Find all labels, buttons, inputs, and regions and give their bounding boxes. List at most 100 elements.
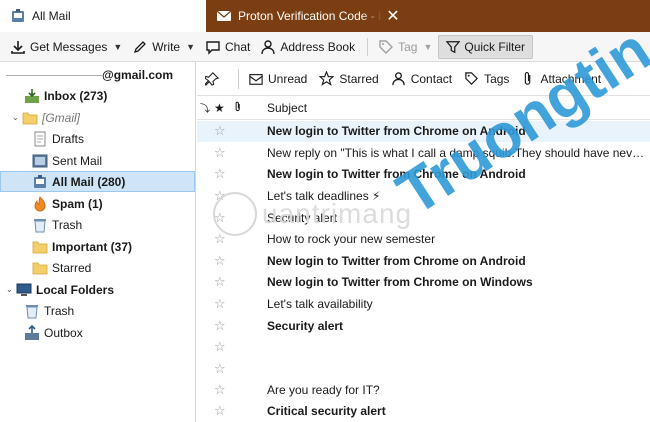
folder-icon [32,262,48,274]
pin-icon [205,71,219,86]
inbox-icon [25,88,39,103]
folder-spam[interactable]: Spam (1) [0,193,195,214]
folder-trash[interactable]: Trash [0,214,195,235]
message-subject: Critical security alert [267,404,386,419]
message-row[interactable]: ☆ Let's talk availability [197,293,650,315]
folder-outbox[interactable]: Outbox [0,322,195,343]
message-row[interactable]: ☆ New login to Twitter from Chrome on Wi… [197,272,650,294]
computer-icon [16,283,32,296]
folder-pane: @gmail.com Inbox (273) ⌄ [Gmail] Drafts … [0,62,196,422]
star-icon[interactable]: ☆ [214,123,226,139]
folder-label: Important (37) [52,239,133,254]
folder-sent-mail[interactable]: Sent Mail [0,150,195,171]
folder-label: Starred [52,260,92,275]
write-label: Write [152,39,181,54]
get-messages-dropdown-icon[interactable]: ▼ [113,42,122,52]
folder-all-mail[interactable]: All Mail (280) [0,171,195,192]
person-icon [261,39,276,54]
contact-icon [391,72,405,86]
chat-label: Chat [225,39,251,54]
trash-icon [26,304,38,318]
tag-icon [379,39,394,54]
folder-label: Inbox (273) [44,88,108,103]
folder-label: Spam (1) [52,196,103,211]
attachment-column-icon[interactable] [233,100,243,116]
star-icon[interactable]: ☆ [214,166,226,182]
tag-dropdown-icon[interactable]: ▼ [423,42,432,52]
sticky-filter-button[interactable] [205,71,224,86]
tag-button[interactable]: Tag [374,35,421,59]
message-row[interactable]: ☆ [197,337,650,359]
star-icon[interactable]: ☆ [214,253,226,269]
tags-filter-button[interactable]: Tags [464,71,509,86]
star-icon[interactable]: ☆ [214,145,226,161]
account-email: @gmail.com [102,67,174,82]
message-row[interactable]: ☆ [197,358,650,380]
watermark-small-text: uantrimang [262,198,413,229]
folder-local-trash[interactable]: Trash [0,300,195,321]
star-icon[interactable]: ☆ [214,403,226,419]
drafts-icon [34,131,46,146]
tab-all-mail[interactable]: All Mail [0,0,206,32]
folder-inbox[interactable]: Inbox (273) [0,85,195,106]
toolbar-separator [367,37,369,56]
account-row[interactable]: @gmail.com [0,64,195,85]
tab-title: All Mail [32,9,71,23]
star-icon[interactable]: ☆ [214,296,226,312]
star-icon[interactable]: ☆ [214,231,226,247]
folder-label: [Gmail] [42,110,81,125]
get-messages-button[interactable]: Get Messages [6,35,111,59]
starred-filter-button[interactable]: Starred [319,71,379,86]
folder-label: Local Folders [36,282,115,297]
star-column-icon[interactable]: ★ [214,101,225,115]
contact-filter-button[interactable]: Contact [391,71,452,86]
contact-filter-label: Contact [410,71,453,86]
star-icon[interactable]: ☆ [214,382,226,398]
all-mail-icon [34,174,46,188]
quick-filter-separator [238,68,239,89]
folder-gmail[interactable]: ⌄ [Gmail] [0,107,195,128]
mailbox-icon [12,9,24,22]
tab-proton-verification[interactable]: Proton Verification Code - In ✕ [206,0,409,32]
quick-filter-button[interactable]: Quick Filter [438,34,534,59]
message-row[interactable]: ☆ Critical security alert [197,400,650,422]
write-button[interactable]: Write [128,35,184,59]
folder-important[interactable]: Important (37) [0,236,195,257]
subject-column-header[interactable]: Subject [267,101,307,115]
message-subject: Are you ready for IT? [267,383,380,398]
folder-label: Sent Mail [52,153,103,168]
write-dropdown-icon[interactable]: ▼ [186,42,195,52]
message-subject: Let's talk availability [267,297,373,312]
message-row[interactable]: ☆ New login to Twitter from Chrome on An… [197,250,650,272]
close-icon[interactable]: ✕ [383,6,403,26]
folder-drafts[interactable]: Drafts [0,128,195,149]
address-book-button[interactable]: Address Book [256,35,359,59]
thread-column-icon[interactable]: ⤵ [200,100,210,115]
tag-icon [465,72,479,85]
message-subject: New login to Twitter from Chrome on Wind… [267,275,533,290]
tab-title: Proton Verification Code - In [238,9,383,23]
star-icon[interactable]: ☆ [214,339,226,355]
watermark-logo-icon [213,192,257,236]
message-row[interactable]: ☆ Are you ready for IT? [197,380,650,402]
tag-label: Tag [398,39,418,54]
message-row[interactable]: ☆ How to rock your new semester [197,229,650,251]
chat-button[interactable]: Chat [201,35,254,59]
folder-label: Trash [52,217,83,232]
message-row[interactable]: ☆ Security alert [197,315,650,337]
address-book-label: Address Book [280,39,356,54]
folder-starred[interactable]: Starred [0,257,195,278]
account-name-redacted [6,66,102,76]
unread-filter-button[interactable]: Unread [249,72,307,86]
star-icon[interactable]: ☆ [214,318,226,334]
folder-local-folders[interactable]: ⌄ Local Folders [0,279,195,300]
collapse-twisty-icon[interactable]: ⌄ [12,113,22,122]
collapse-twisty-icon[interactable]: ⌄ [6,285,16,294]
main-toolbar: Get Messages ▼ Write ▼ Chat Address Book… [0,32,650,62]
star-icon[interactable]: ☆ [214,361,226,377]
star-icon[interactable]: ☆ [214,274,226,290]
tags-filter-label: Tags [484,71,510,86]
message-subject: Security alert [267,318,344,333]
folder-label: Outbox [44,325,83,340]
pencil-icon [134,40,147,53]
